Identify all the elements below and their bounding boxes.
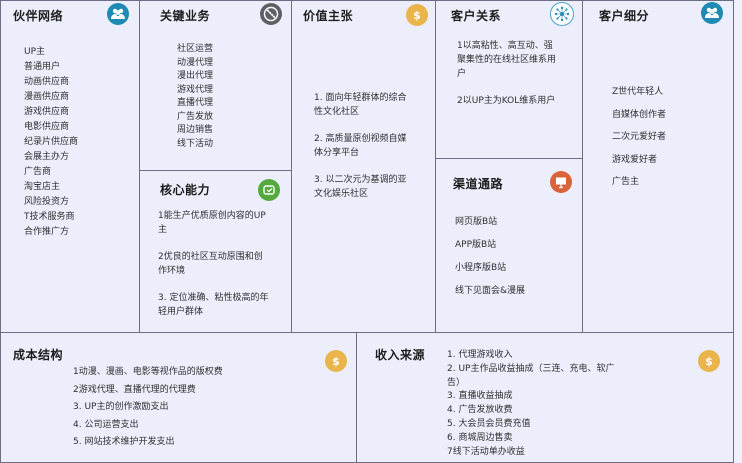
presentation-icon xyxy=(550,171,572,193)
list-item: UP主 xyxy=(24,47,46,57)
list-item: 动漫代理 xyxy=(177,57,214,68)
list-item: 线下活动 xyxy=(177,138,214,149)
cell-channels: 渠道通路 网页版B站 APP版B站 小程序版B站 线下见面会&漫展 xyxy=(435,158,583,333)
activities-list: 社区运营 动漫代理 漫出代理 游戏代理 直播代理 广告发放 周边销售 线下活动 xyxy=(177,43,213,151)
list-item: 3. 定位准确、粘性极高的年轻用户群体 xyxy=(158,293,269,317)
cell-costs: 成本结构 $ 1动漫、漫画、电影等视作品的版权费 2游戏代理、直播代理的代理费 … xyxy=(0,332,357,463)
list-item: 2优良的社区互动原围和创作环境 xyxy=(158,252,263,276)
revenue-list: 1. 代理游戏收入 2. UP主作品收益抽成（三连、充电、软广告） 3. 直播收… xyxy=(447,349,627,459)
list-item: 动画供应商 xyxy=(24,77,70,87)
list-item: 2以UP主为KOL维系用户 xyxy=(457,96,556,106)
value-title: 价值主张 xyxy=(303,9,354,23)
money-bag-icon: $ xyxy=(698,350,720,372)
relationships-title: 客户关系 xyxy=(451,9,502,23)
clock-icon xyxy=(258,179,280,201)
list-item: 2. 高质量原创视频自媒体分享平台 xyxy=(314,134,407,158)
list-item: 合作推广方 xyxy=(24,227,70,237)
relationships-list: 1以高粘性、高互动、强聚集性的在线社区维系用户 2以UP主为KOL维系用户 xyxy=(457,39,557,121)
money-bag-icon: $ xyxy=(406,4,428,26)
list-item: 3. 以二次元为基调的亚文化娱乐社区 xyxy=(314,175,407,199)
people-icon xyxy=(107,3,129,25)
costs-title: 成本结构 xyxy=(13,348,64,362)
list-item: 4. 广告发放收费 xyxy=(447,405,513,416)
list-item: 6. 商城周边售卖 xyxy=(447,432,513,443)
list-item: 1能生产优质原创内容的UP主 xyxy=(158,211,266,235)
list-item: 1. 代理游戏收入 xyxy=(447,350,513,360)
people-icon xyxy=(701,2,723,24)
revenue-title: 收入来源 xyxy=(375,348,426,362)
list-item: 漫画供应商 xyxy=(24,92,70,102)
list-item: 游戏代理 xyxy=(177,84,214,95)
cell-relationships: 客户关系 1以高粘性、高互动、强聚集性的在线社区维系用户 2以UP主为KOL维系… xyxy=(435,0,583,159)
list-item: 5. 网站技术维护开发支出 xyxy=(73,437,175,447)
cell-value: 价值主张 $ 1. 面向年轻群体的综合性文化社区 2. 高质量原创视频自媒体分享… xyxy=(291,0,436,333)
list-item: 1动漫、漫画、电影等视作品的版权费 xyxy=(73,367,223,377)
cell-partners: 伙伴网络 UP主 普通用户 动画供应商 漫画供应商 游戏供应商 电影供应商 纪录… xyxy=(0,0,140,333)
list-item: 自媒体创作者 xyxy=(612,109,667,120)
list-item: 游戏爱好者 xyxy=(612,154,658,165)
cell-segments: 客户细分 Z世代年轻人 自媒体创作者 二次元爱好者 游戏爱好者 广告主 xyxy=(582,0,734,333)
list-item: 小程序版B站 xyxy=(455,263,507,273)
list-item: 网页版B站 xyxy=(455,217,498,227)
list-item: 广告发放 xyxy=(177,111,214,122)
value-list: 1. 面向年轻群体的综合性文化社区 2. 高质量原创视频自媒体分享平台 3. 以… xyxy=(314,91,414,214)
list-item: 线下见面会&漫展 xyxy=(455,286,526,296)
list-item: 3. 直播收益抽成 xyxy=(447,391,513,402)
list-item: Z世代年轻人 xyxy=(612,87,664,97)
partners-title: 伙伴网络 xyxy=(13,9,64,23)
baseball-icon xyxy=(260,3,282,25)
list-item: 社区运营 xyxy=(177,44,214,54)
list-item: 淘宝店主 xyxy=(24,182,61,192)
list-item: 漫出代理 xyxy=(177,71,214,81)
list-item: 游戏供应商 xyxy=(24,107,70,117)
list-item: 1以高粘性、高互动、强聚集性的在线社区维系用户 xyxy=(457,41,557,79)
list-item: 广告商 xyxy=(24,167,52,177)
list-item: 2. UP主作品收益抽成（三连、充电、软广告） xyxy=(447,363,615,388)
list-item: 2游戏代理、直播代理的代理费 xyxy=(73,384,196,395)
list-item: 二次元爱好者 xyxy=(612,132,667,142)
segments-list: Z世代年轻人 自媒体创作者 二次元爱好者 游戏爱好者 广告主 xyxy=(612,81,666,194)
channels-title: 渠道通路 xyxy=(453,177,504,191)
list-item: 广告主 xyxy=(612,177,640,187)
list-item: 电影供应商 xyxy=(24,122,70,132)
list-item: APP版B站 xyxy=(455,240,497,250)
channels-list: 网页版B站 APP版B站 小程序版B站 线下见面会&漫展 xyxy=(455,211,525,303)
business-model-canvas: 伙伴网络 UP主 普通用户 动画供应商 漫画供应商 游戏供应商 电影供应商 纪录… xyxy=(0,0,742,463)
list-item: 普通用户 xyxy=(24,62,61,72)
list-item: 7线下活动单办收益 xyxy=(447,446,525,457)
list-item: 纪录片供应商 xyxy=(24,137,79,147)
list-item: 4. 公司运营支出 xyxy=(73,419,139,430)
list-item: 风险投资方 xyxy=(24,197,70,207)
list-item: 会展主办方 xyxy=(24,152,70,162)
costs-list: 1动漫、漫画、电影等视作品的版权费 2游戏代理、直播代理的代理费 3. UP主的… xyxy=(73,364,223,452)
cell-resources: 核心能力 1能生产优质原创内容的UP主 2优良的社区互动原围和创作环境 3. 定… xyxy=(139,170,292,333)
list-item: T技术服务商 xyxy=(24,212,75,222)
activities-title: 关键业务 xyxy=(160,9,211,23)
cell-activities: 关键业务 社区运营 动漫代理 漫出代理 游戏代理 直播代理 广告发放 周边销售 … xyxy=(139,0,292,171)
network-icon xyxy=(550,2,574,26)
segments-title: 客户细分 xyxy=(599,9,650,23)
resources-list: 1能生产优质原创内容的UP主 2优良的社区互动原围和创作环境 3. 定位准确、粘… xyxy=(158,209,270,332)
list-item: 直播代理 xyxy=(177,98,214,108)
resources-title: 核心能力 xyxy=(160,183,211,197)
cell-revenue: 收入来源 $ 1. 代理游戏收入 2. UP主作品收益抽成（三连、充电、软广告）… xyxy=(356,332,734,463)
list-item: 5. 大会员会员费充值 xyxy=(447,418,531,429)
partners-list: UP主 普通用户 动画供应商 漫画供应商 游戏供应商 电影供应商 纪录片供应商 … xyxy=(24,45,78,240)
money-bag-icon: $ xyxy=(325,350,347,372)
list-item: 1. 面向年轻群体的综合性文化社区 xyxy=(314,93,407,117)
list-item: 周边销售 xyxy=(177,125,214,135)
list-item: 3. UP主的创作激励支出 xyxy=(73,402,169,412)
